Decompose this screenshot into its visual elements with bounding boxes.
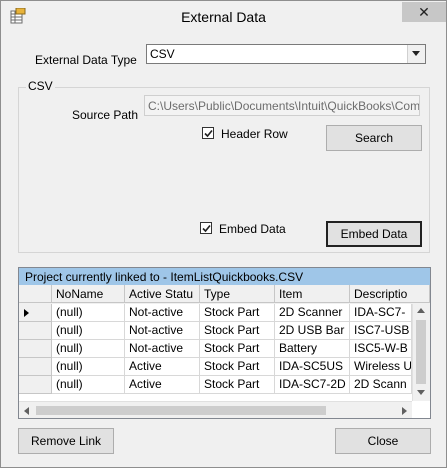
cell-active-status[interactable]: Not-active <box>125 340 200 358</box>
table-row[interactable]: (null) Not-active Stock Part 2D USB Bar … <box>19 322 430 340</box>
close-icon: ✕ <box>418 4 430 20</box>
horizontal-scroll-thumb[interactable] <box>36 406 326 415</box>
cell-type[interactable]: Stock Part <box>200 376 275 394</box>
cell-item[interactable]: IDA-SC5US <box>275 358 350 376</box>
cell-type[interactable]: Stock Part <box>200 304 275 322</box>
checkmark-icon <box>204 129 213 138</box>
external-data-type-value: CSV <box>150 47 175 61</box>
cell-noname[interactable]: (null) <box>52 376 125 394</box>
csv-group-legend: CSV <box>26 79 55 93</box>
window-close-button[interactable]: ✕ <box>402 2 446 22</box>
title-bar: External Data ✕ <box>1 1 446 32</box>
cell-active-status[interactable]: Active <box>125 376 200 394</box>
cell-item[interactable]: IDA-SC7-2D <box>275 376 350 394</box>
remove-link-button[interactable]: Remove Link <box>18 428 114 454</box>
cell-item[interactable]: 2D Scanner <box>275 304 350 322</box>
cell-type[interactable]: Stock Part <box>200 340 275 358</box>
close-button[interactable]: Close <box>335 428 431 454</box>
table-row[interactable]: (null) Not-active Stock Part Battery ISC… <box>19 340 430 358</box>
column-header-type[interactable]: Type <box>200 285 275 303</box>
external-data-window: External Data ✕ External Data Type CSV C… <box>0 0 447 468</box>
cell-active-status[interactable]: Active <box>125 358 200 376</box>
row-header[interactable] <box>19 376 52 394</box>
cell-description[interactable]: IDA-SC7- <box>350 304 412 322</box>
scroll-up-icon <box>417 308 425 313</box>
chevron-down-icon <box>412 51 420 56</box>
row-header-corner <box>19 285 52 303</box>
scroll-down-icon <box>417 390 425 395</box>
cell-description[interactable]: ISC7-USB <box>350 322 412 340</box>
table-row[interactable]: (null) Active Stock Part IDA-SC7-2D 2D S… <box>19 376 430 394</box>
dropdown-button[interactable] <box>407 45 425 63</box>
scroll-left-icon <box>24 407 29 415</box>
embed-data-button[interactable]: Embed Data <box>326 221 422 247</box>
embed-data-checkbox-label: Embed Data <box>219 222 286 236</box>
column-header-noname[interactable]: NoName <box>52 285 125 303</box>
cell-noname[interactable]: (null) <box>52 304 125 322</box>
cell-noname[interactable]: (null) <box>52 358 125 376</box>
column-header-active-status[interactable]: Active Statu <box>125 285 200 303</box>
header-row-checkbox[interactable] <box>202 127 214 139</box>
checkmark-icon <box>202 224 211 233</box>
cell-type[interactable]: Stock Part <box>200 358 275 376</box>
grid-caption-text: Project currently linked to - ItemListQu… <box>25 270 304 284</box>
source-path-value: C:\Users\Public\Documents\Intuit\QuickBo… <box>148 99 420 113</box>
row-pointer-icon <box>24 309 29 317</box>
search-button[interactable]: Search <box>326 125 422 151</box>
row-header[interactable] <box>19 304 52 322</box>
dialog-body: External Data Type CSV CSV Source Path C… <box>8 32 439 460</box>
cell-active-status[interactable]: Not-active <box>125 304 200 322</box>
window-title: External Data <box>181 9 266 25</box>
cell-noname[interactable]: (null) <box>52 322 125 340</box>
scroll-right-icon <box>402 407 407 415</box>
cell-description[interactable]: 2D Scann <box>350 376 412 394</box>
cell-item[interactable]: 2D USB Bar <box>275 322 350 340</box>
source-path-label: Source Path <box>72 108 139 122</box>
column-header-item[interactable]: Item <box>275 285 350 303</box>
cell-active-status[interactable]: Not-active <box>125 322 200 340</box>
external-data-type-label: External Data Type <box>35 53 137 67</box>
vertical-scrollbar[interactable] <box>412 304 430 401</box>
cell-description[interactable]: Wireless U <box>350 358 412 376</box>
grid-header-row: NoName Active Statu Type Item Descriptio <box>19 285 430 304</box>
row-header[interactable] <box>19 358 52 376</box>
grid-caption: Project currently linked to - ItemListQu… <box>19 268 430 285</box>
cell-noname[interactable]: (null) <box>52 340 125 358</box>
vertical-scroll-thumb[interactable] <box>416 320 426 384</box>
source-path-field[interactable]: C:\Users\Public\Documents\Intuit\QuickBo… <box>144 95 420 116</box>
embed-data-checkbox[interactable] <box>200 222 212 234</box>
row-header[interactable] <box>19 340 52 358</box>
column-header-description[interactable]: Descriptio <box>350 285 430 303</box>
cell-description[interactable]: ISC5-W-B <box>350 340 412 358</box>
header-row-label: Header Row <box>221 127 288 141</box>
table-row[interactable]: (null) Not-active Stock Part 2D Scanner … <box>19 304 430 322</box>
cell-type[interactable]: Stock Part <box>200 322 275 340</box>
data-grid[interactable]: Project currently linked to - ItemListQu… <box>18 267 431 419</box>
external-data-type-select[interactable]: CSV <box>146 44 426 64</box>
cell-item[interactable]: Battery <box>275 340 350 358</box>
row-header[interactable] <box>19 322 52 340</box>
table-row[interactable]: (null) Active Stock Part IDA-SC5US Wirel… <box>19 358 430 376</box>
horizontal-scrollbar[interactable] <box>19 401 412 418</box>
